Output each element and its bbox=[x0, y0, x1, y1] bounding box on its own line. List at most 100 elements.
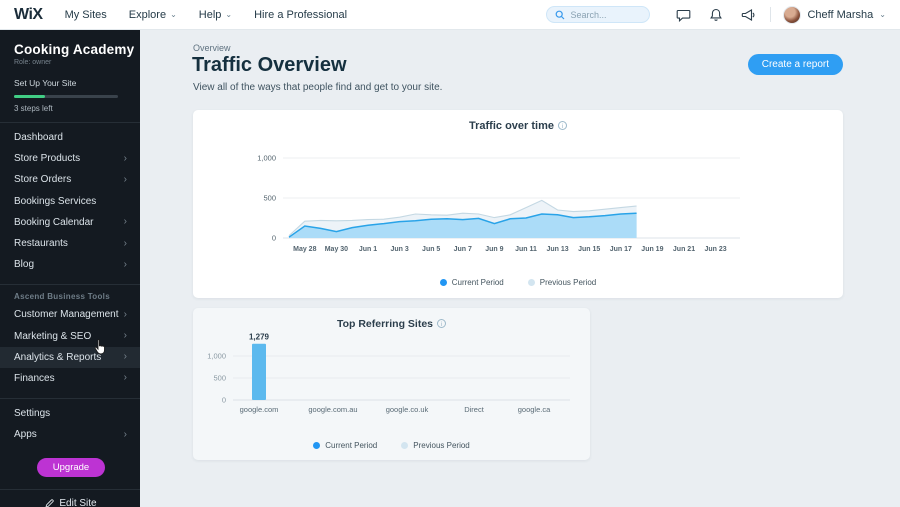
legend-dot bbox=[401, 442, 409, 449]
user-name: Cheff Marsha bbox=[807, 8, 874, 21]
chevron-right-icon: › bbox=[123, 216, 127, 228]
chevron-down-icon: ⌄ bbox=[225, 9, 233, 19]
breadcrumb[interactable]: Overview bbox=[193, 43, 231, 53]
chevron-right-icon: › bbox=[123, 428, 127, 440]
sidebar-item-customer-management[interactable]: Customer Management › bbox=[0, 304, 140, 325]
chat-icon[interactable] bbox=[676, 8, 691, 22]
top-referring-sites-chart[interactable]: 0 500 1,000 1,279 google.com google.com.au goo… bbox=[193, 308, 590, 460]
legend-item-previous-period[interactable]: Previous Period bbox=[401, 441, 470, 450]
chevron-right-icon: › bbox=[123, 173, 127, 185]
svg-text:Jun 7: Jun 7 bbox=[454, 246, 472, 253]
sidebar-item-label: Marketing & SEO bbox=[14, 330, 92, 342]
sidebar-item-marketing-seo[interactable]: Marketing & SEO › bbox=[0, 326, 140, 347]
topbar-nav-hire-a-professional[interactable]: Hire a Professional bbox=[254, 9, 347, 21]
search-input[interactable]: Search... bbox=[546, 6, 651, 23]
svg-text:Jun 11: Jun 11 bbox=[515, 246, 537, 253]
sidebar-item-booking-calendar[interactable]: Booking Calendar › bbox=[0, 212, 140, 233]
sidebar-item-store-orders[interactable]: Store Orders › bbox=[0, 169, 140, 190]
setup-progress-fill bbox=[14, 95, 46, 98]
sidebar-item-settings[interactable]: Settings bbox=[0, 403, 140, 424]
chevron-right-icon: › bbox=[123, 372, 127, 384]
sidebar-item-label: Restaurants bbox=[14, 238, 68, 250]
sidebar-item-label: Apps bbox=[14, 429, 37, 441]
topbar-divider bbox=[770, 7, 772, 22]
legend-dot bbox=[439, 279, 447, 286]
edit-site-label: Edit Site bbox=[59, 498, 97, 507]
chevron-right-icon: › bbox=[123, 351, 127, 363]
chevron-down-icon: ⌄ bbox=[170, 9, 177, 19]
svg-text:Jun 5: Jun 5 bbox=[422, 246, 440, 253]
sidebar-nav-bottom: Settings Apps › bbox=[14, 403, 140, 445]
sidebar-item-label: Store Orders bbox=[14, 174, 72, 186]
legend-item-current-period[interactable]: Current Period bbox=[313, 441, 377, 450]
svg-text:500: 500 bbox=[263, 194, 276, 203]
topbar-nav-my-sites[interactable]: My Sites bbox=[65, 9, 107, 21]
search-icon bbox=[556, 10, 565, 19]
svg-text:500: 500 bbox=[213, 374, 226, 383]
svg-text:Jun 21: Jun 21 bbox=[673, 246, 695, 253]
svg-text:google.ca: google.ca bbox=[518, 405, 551, 414]
svg-text:0: 0 bbox=[272, 234, 276, 243]
sidebar-item-apps[interactable]: Apps › bbox=[0, 424, 140, 445]
sidebar-item-label: Store Products bbox=[14, 153, 81, 165]
legend-dot bbox=[527, 279, 535, 286]
account-menu[interactable]: Cheff Marsha ⌄ bbox=[783, 5, 886, 24]
sidebar-item-store-products[interactable]: Store Products › bbox=[0, 148, 140, 169]
topbar-nav-explore[interactable]: Explore ⌄ bbox=[129, 9, 177, 21]
svg-text:Jun 19: Jun 19 bbox=[641, 246, 663, 253]
traffic-over-time-card: Traffic over time i 0 500 1,000 May 28 May 30… bbox=[193, 110, 843, 298]
bell-icon[interactable] bbox=[709, 8, 723, 22]
legend-label: Previous Period bbox=[539, 278, 597, 287]
sidebar-nav-ascend: Customer Management › Marketing & SEO › Anal… bbox=[0, 304, 140, 389]
topbar: WiX My Sites Explore ⌄ Help ⌄ Hire a Professi… bbox=[0, 0, 900, 30]
chevron-down-icon: ⌄ bbox=[879, 10, 886, 19]
site-role: Role: owner bbox=[14, 59, 52, 66]
chevron-right-icon: › bbox=[123, 308, 127, 320]
sidebar-item-finances[interactable]: Finances › bbox=[0, 368, 140, 389]
sidebar-item-restaurants[interactable]: Restaurants › bbox=[0, 233, 140, 254]
traffic-over-time-chart[interactable]: 0 500 1,000 May 28 May 30 Jun 1 Jun 3 Jun 5 Jun … bbox=[193, 110, 843, 298]
svg-text:Jun 9: Jun 9 bbox=[485, 246, 503, 253]
svg-text:May 30: May 30 bbox=[325, 246, 348, 253]
pencil-icon bbox=[46, 499, 55, 507]
create-report-button[interactable]: Create a report bbox=[747, 54, 843, 75]
svg-text:Jun 23: Jun 23 bbox=[705, 246, 727, 253]
avatar bbox=[783, 5, 802, 24]
chevron-right-icon: › bbox=[123, 237, 127, 249]
search-placeholder: Search... bbox=[570, 9, 607, 20]
sidebar-item-blog[interactable]: Blog › bbox=[0, 254, 140, 275]
top-referring-sites-card: Top Referring Sites i 0 500 1,000 1,279 googl… bbox=[193, 308, 590, 460]
sidebar-nav-main: Dashboard Store Products › Store Orders › Boo… bbox=[14, 127, 140, 275]
svg-text:0: 0 bbox=[222, 396, 226, 405]
sidebar-item-label: Dashboard bbox=[14, 132, 63, 144]
sidebar-section-label: Ascend Business Tools bbox=[14, 292, 110, 302]
sidebar-item-dashboard[interactable]: Dashboard bbox=[0, 127, 140, 148]
site-name: Cooking Academy bbox=[14, 42, 135, 57]
svg-text:Jun 13: Jun 13 bbox=[547, 246, 569, 253]
setup-steps-left: 3 steps left bbox=[14, 104, 53, 113]
svg-text:1,000: 1,000 bbox=[257, 154, 276, 163]
sidebar-item-label: Analytics & Reports bbox=[14, 351, 102, 363]
megaphone-icon[interactable] bbox=[741, 8, 756, 22]
upgrade-button[interactable]: Upgrade bbox=[36, 458, 106, 478]
legend-label: Current Period bbox=[451, 278, 504, 287]
sidebar-item-bookings-services[interactable]: Bookings Services bbox=[0, 191, 140, 212]
sidebar-item-analytics-reports[interactable]: Analytics & Reports › bbox=[0, 346, 140, 368]
svg-text:google.com: google.com bbox=[240, 405, 279, 414]
sidebar: Cooking Academy Role: owner Set Up Your … bbox=[0, 30, 140, 507]
edit-site-button[interactable]: Edit Site bbox=[8, 498, 134, 507]
svg-text:Jun 17: Jun 17 bbox=[610, 246, 632, 253]
legend-item-current-period[interactable]: Current Period bbox=[439, 278, 504, 287]
legend-item-previous-period[interactable]: Previous Period bbox=[527, 278, 597, 287]
chevron-right-icon: › bbox=[123, 330, 127, 342]
svg-text:1,279: 1,279 bbox=[249, 333, 270, 342]
chevron-right-icon: › bbox=[123, 258, 127, 270]
chevron-right-icon: › bbox=[123, 152, 127, 164]
topbar-nav-help[interactable]: Help ⌄ bbox=[199, 9, 232, 21]
setup-title[interactable]: Set Up Your Site bbox=[14, 78, 140, 88]
svg-text:google.com.au: google.com.au bbox=[308, 405, 357, 414]
wix-logo[interactable]: WiX bbox=[14, 6, 43, 24]
sidebar-item-label: Blog bbox=[14, 259, 35, 271]
main-content: Overview Traffic Overview View all of th… bbox=[140, 30, 900, 507]
wix-dashboard-screen: WiX My Sites Explore ⌄ Help ⌄ Hire a Professi… bbox=[0, 0, 900, 507]
